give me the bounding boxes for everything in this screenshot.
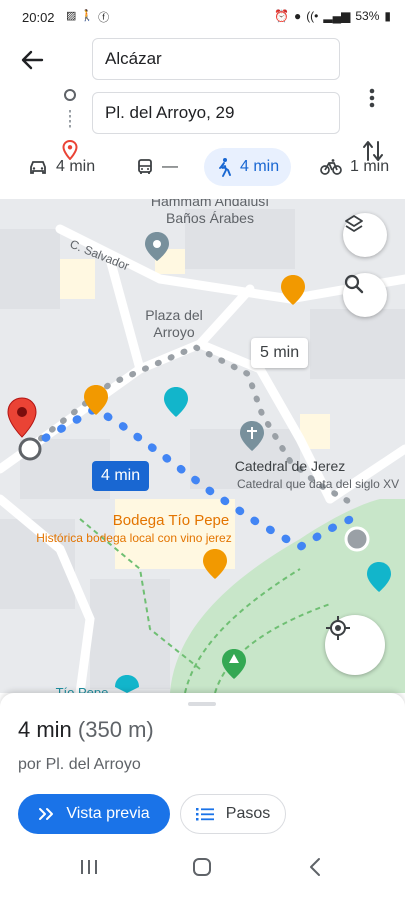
preview-label: Vista previa <box>66 805 150 822</box>
destination-input[interactable]: Pl. del Arroyo, 29 <box>92 92 340 134</box>
walking-icon: 🚶 <box>80 10 95 22</box>
travel-mode-tabs: 4 min — 4 min 1 min <box>0 148 405 188</box>
primary-route-time-badge[interactable]: 4 min <box>92 461 150 491</box>
map-label-bodega: Bodega Tío Pepe <box>112 512 230 529</box>
route-distance: (350 m) <box>77 717 154 742</box>
notification-icons: ▨ 🚶 ⓕ <box>66 9 109 25</box>
layers-icon <box>345 215 363 232</box>
walk-icon <box>219 158 231 177</box>
origin-input[interactable]: Alcázar <box>92 38 340 80</box>
system-navigation-bar <box>0 843 405 900</box>
origin-circle-icon <box>64 89 76 101</box>
route-summary: 4 min (350 m) <box>18 717 154 743</box>
crosshair-icon <box>326 616 350 640</box>
home-icon <box>193 858 211 876</box>
recents-icon <box>81 860 97 874</box>
steps-label: Pasos <box>225 805 271 822</box>
status-bar: 20:02 ▨ 🚶 ⓕ ⏰ ● ((• ▂▄▆ 53% ▮ <box>0 0 405 36</box>
car-time: 4 min <box>56 158 96 175</box>
status-time: 20:02 <box>22 10 55 25</box>
sheet-drag-handle[interactable] <box>188 702 216 706</box>
layers-button[interactable] <box>343 213 387 257</box>
tab-walk[interactable]: 4 min <box>204 148 292 186</box>
route-bottom-sheet[interactable]: 4 min (350 m) por Pl. del Arroyo Vista p… <box>0 693 405 843</box>
route-dots-icon <box>69 110 71 130</box>
route-duration: 4 min <box>18 717 72 742</box>
map-label-plaza: Plaza del Arroyo <box>136 307 212 341</box>
system-icons: ⏰ ● ((• ▂▄▆ 53% ▮ <box>274 9 391 23</box>
search-icon <box>344 274 364 294</box>
recent-apps-button[interactable] <box>78 857 100 882</box>
tab-bike[interactable]: 1 min <box>320 148 389 186</box>
battery-icon: ▮ <box>384 9 391 23</box>
alt-route-time-badge[interactable]: 5 min <box>251 338 309 368</box>
double-chevron-right-icon <box>39 808 54 820</box>
preview-button[interactable]: Vista previa <box>18 794 170 834</box>
map-label-catedral-sub: Catedral que data del siglo XV <box>237 477 400 491</box>
location-icon: ● <box>293 9 302 23</box>
signal-icon: ▂▄▆ <box>323 9 351 23</box>
facebook-icon: ⓕ <box>98 12 110 24</box>
walk-time: 4 min <box>240 158 280 175</box>
arrow-left-icon <box>21 50 44 70</box>
chevron-left-icon <box>310 858 320 876</box>
home-button[interactable] <box>191 857 213 882</box>
tab-transit[interactable]: — <box>136 148 178 186</box>
map-view[interactable]: Hammam Andalusí Baños Árabes C. Salvador … <box>0 199 405 693</box>
map-label-bodega-sub: Histórica bodega local con vino jerez <box>36 531 232 545</box>
map-label-tio-pepe: Tío Pepe <box>55 685 109 693</box>
destination-text: Pl. del Arroyo, 29 <box>105 103 235 122</box>
tab-car[interactable]: 4 min <box>28 148 95 186</box>
my-location-button[interactable] <box>325 615 385 675</box>
nav-back-button[interactable] <box>305 857 327 882</box>
plaza-line2: Arroyo <box>153 324 195 340</box>
back-button[interactable] <box>18 48 46 72</box>
battery-level: 53% <box>355 9 380 23</box>
bus-icon <box>138 159 152 174</box>
more-options-button[interactable] <box>362 86 382 115</box>
transit-time: — <box>162 158 178 175</box>
map-label-catedral: Catedral de Jerez <box>234 458 346 474</box>
directions-header: Alcázar Pl. del Arroyo, 29 4 min — 4 min… <box>0 36 405 199</box>
image-icon: ▨ <box>66 10 77 22</box>
alarm-icon: ⏰ <box>273 9 289 23</box>
origin-text: Alcázar <box>105 49 162 68</box>
search-button[interactable] <box>343 273 387 317</box>
list-icon <box>195 808 214 821</box>
bike-time: 1 min <box>350 158 390 175</box>
hammam-line1: Hammam Andalusí <box>150 199 270 209</box>
route-via: por Pl. del Arroyo <box>18 756 141 773</box>
wifi-icon: ((• <box>306 9 319 23</box>
hammam-line2: Baños Árabes <box>166 210 254 226</box>
map-label-hammam: Hammam Andalusí Baños Árabes <box>140 199 280 227</box>
bike-icon <box>320 159 342 175</box>
car-icon <box>30 161 46 174</box>
plaza-line1: Plaza del <box>145 307 203 323</box>
more-vert-icon <box>369 88 375 108</box>
steps-button[interactable]: Pasos <box>180 794 286 834</box>
